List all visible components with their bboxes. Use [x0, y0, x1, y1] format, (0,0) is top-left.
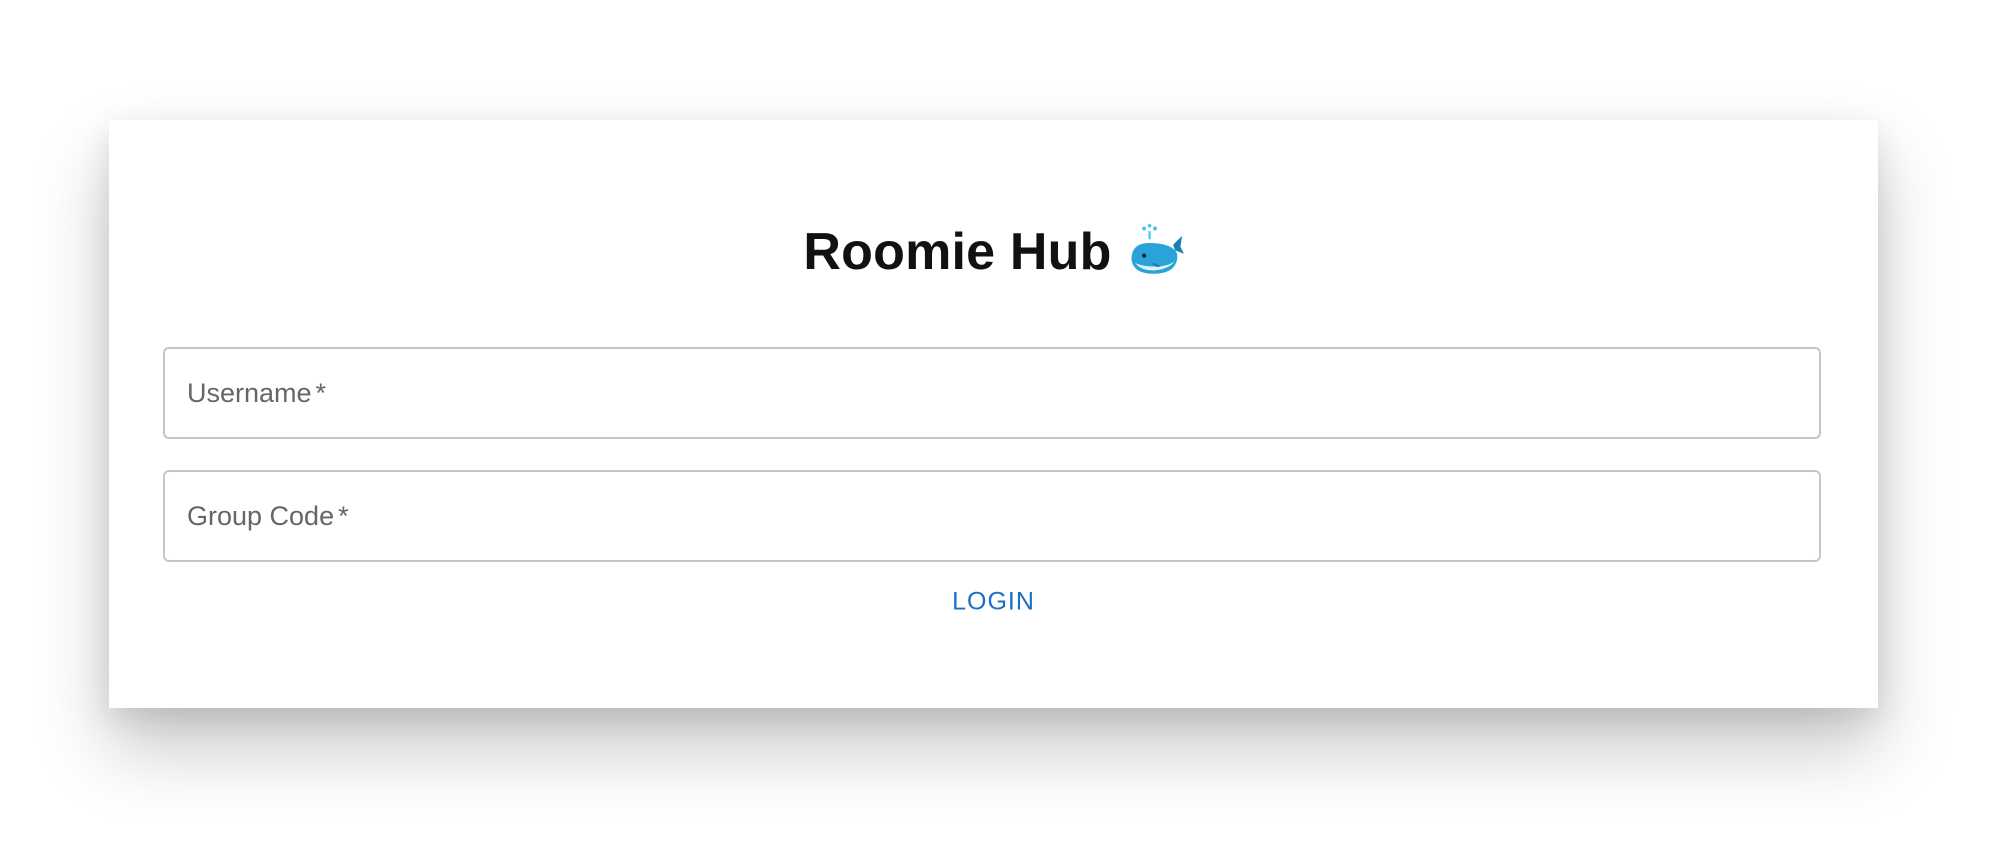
title-row: Roomie Hub [109, 212, 1878, 292]
whale-icon [1126, 223, 1184, 281]
login-card: Roomie Hub Username * Group Code * LOGIN [109, 120, 1878, 708]
app-title: Roomie Hub [803, 223, 1112, 281]
group-code-field[interactable]: Group Code * [163, 470, 1821, 562]
login-button[interactable]: LOGIN [930, 578, 1057, 627]
username-input[interactable] [165, 349, 1819, 437]
group-code-input[interactable] [165, 472, 1819, 560]
username-field[interactable]: Username * [163, 347, 1821, 439]
